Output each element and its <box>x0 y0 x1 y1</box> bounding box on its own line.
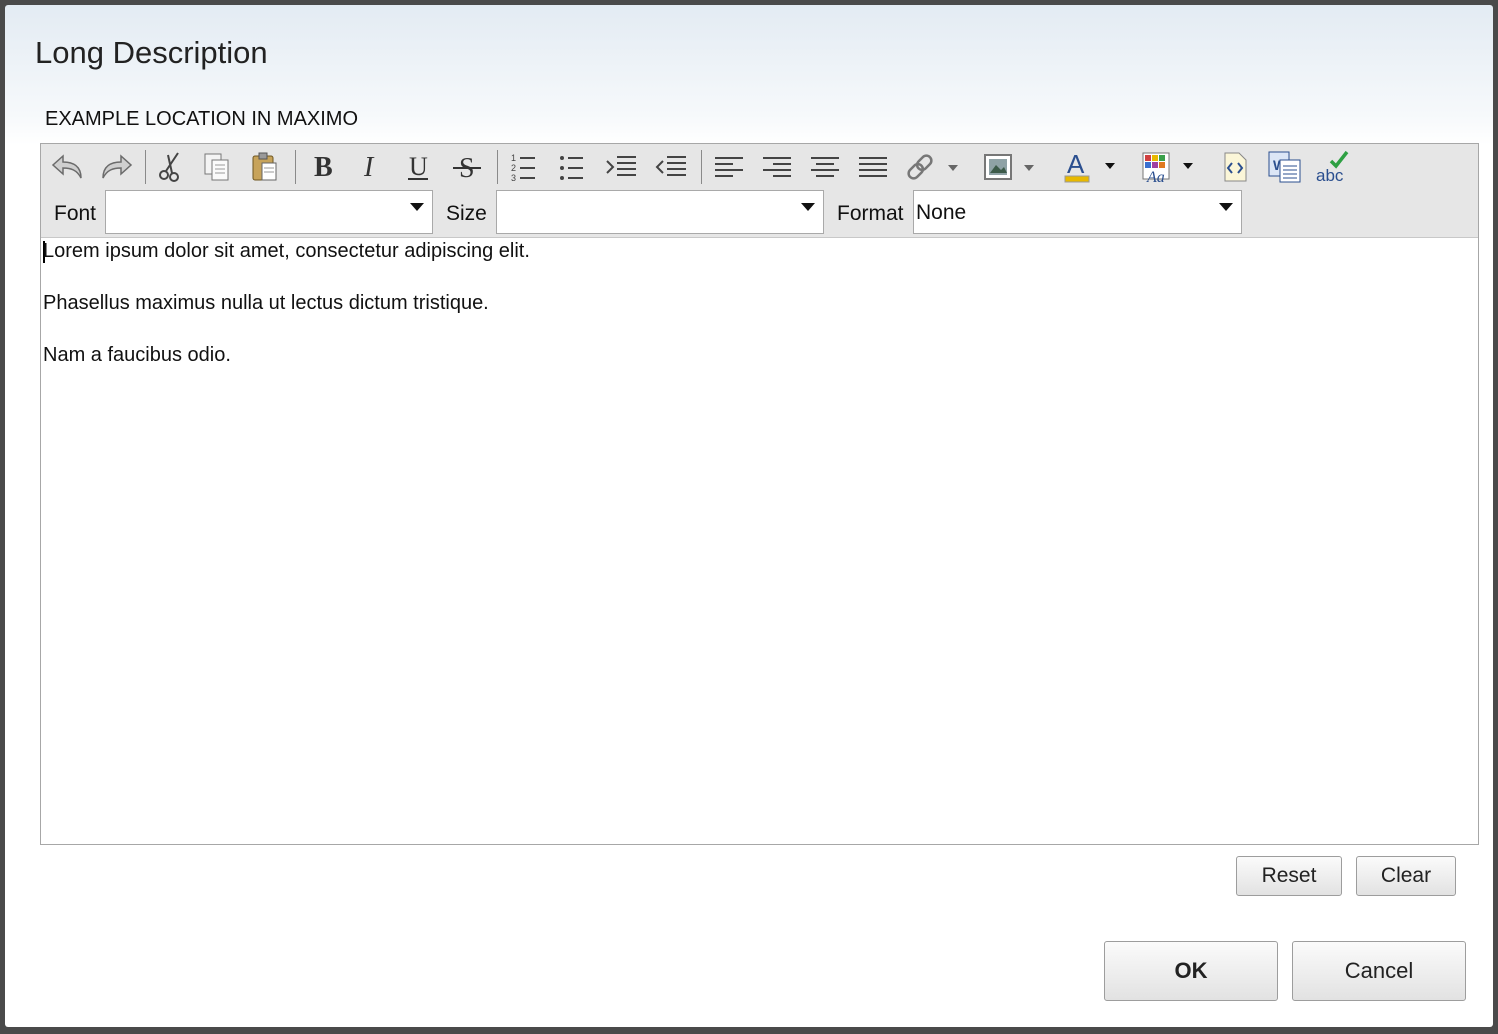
paste-from-word-icon[interactable]: W <box>1263 148 1307 186</box>
svg-text:Aa: Aa <box>1146 169 1165 185</box>
source-view-icon[interactable] <box>1215 148 1255 186</box>
svg-text:1: 1 <box>511 153 516 163</box>
reset-button[interactable]: Reset <box>1236 856 1342 896</box>
chevron-down-icon <box>801 203 815 211</box>
italic-icon[interactable]: I <box>351 148 389 186</box>
outdent-icon[interactable] <box>651 148 691 186</box>
svg-text:U: U <box>409 152 428 181</box>
clear-button[interactable]: Clear <box>1356 856 1456 896</box>
align-left-icon[interactable] <box>709 148 749 186</box>
svg-text:2: 2 <box>511 163 516 173</box>
size-select[interactable] <box>496 190 824 234</box>
toolbar-combo-row: Font Size Format None <box>41 190 1478 236</box>
toolbar-separator <box>701 150 702 184</box>
image-icon[interactable] <box>981 148 1041 186</box>
toolbar-button-row: B I U S 123 A Aa abc <box>41 144 1478 190</box>
content-paragraph: Lorem ipsum dolor sit amet, consectetur … <box>43 240 530 262</box>
toolbar-separator <box>295 150 296 184</box>
undo-icon[interactable] <box>49 148 87 186</box>
indent-icon[interactable] <box>601 148 641 186</box>
text-color-icon[interactable]: A <box>1059 148 1121 186</box>
cancel-button[interactable]: Cancel <box>1292 941 1466 1001</box>
spellcheck-icon[interactable]: abc <box>1313 148 1353 186</box>
content-paragraph: Nam a faucibus odio. <box>43 344 231 366</box>
dialog-title: Long Description <box>35 35 268 70</box>
font-select[interactable] <box>105 190 433 234</box>
redo-icon[interactable] <box>97 148 135 186</box>
underline-icon[interactable]: U <box>399 148 437 186</box>
format-label: Format <box>837 202 904 225</box>
numbered-list-icon[interactable]: 123 <box>505 148 543 186</box>
cut-icon[interactable] <box>153 148 189 186</box>
long-description-dialog: Long Description EXAMPLE LOCATION IN MAX… <box>5 5 1493 1027</box>
bold-icon[interactable]: B <box>303 148 341 186</box>
copy-icon[interactable] <box>199 148 235 186</box>
bullet-list-icon[interactable] <box>553 148 591 186</box>
align-right-icon[interactable] <box>757 148 797 186</box>
editor-content-area[interactable]: Lorem ipsum dolor sit amet, consectetur … <box>42 238 1478 844</box>
svg-text:abc: abc <box>1316 166 1344 185</box>
svg-text:3: 3 <box>511 173 516 183</box>
content-paragraph: Phasellus maximus nulla ut lectus dictum… <box>43 292 489 314</box>
field-label: EXAMPLE LOCATION IN MAXIMO <box>45 108 359 130</box>
format-select-value: None <box>916 201 967 224</box>
rich-text-editor: B I U S 123 A Aa abc Font Size Format No… <box>40 143 1479 845</box>
svg-text:A: A <box>1067 149 1085 179</box>
strikethrough-icon[interactable]: S <box>447 148 487 186</box>
align-justify-icon[interactable] <box>853 148 893 186</box>
link-icon[interactable] <box>903 148 963 186</box>
toolbar-separator <box>497 150 498 184</box>
toolbar-separator <box>145 150 146 184</box>
size-label: Size <box>446 202 487 225</box>
paste-icon[interactable] <box>247 148 283 186</box>
editor-toolbar: B I U S 123 A Aa abc Font Size Format No… <box>41 144 1478 238</box>
svg-text:B: B <box>314 152 333 182</box>
svg-text:I: I <box>363 152 375 182</box>
ok-button[interactable]: OK <box>1104 941 1278 1001</box>
chevron-down-icon <box>1219 203 1233 211</box>
highlight-color-icon[interactable]: Aa <box>1137 148 1201 186</box>
font-label: Font <box>54 202 97 225</box>
chevron-down-icon <box>410 203 424 211</box>
align-center-icon[interactable] <box>805 148 845 186</box>
format-select[interactable]: None <box>913 190 1242 234</box>
